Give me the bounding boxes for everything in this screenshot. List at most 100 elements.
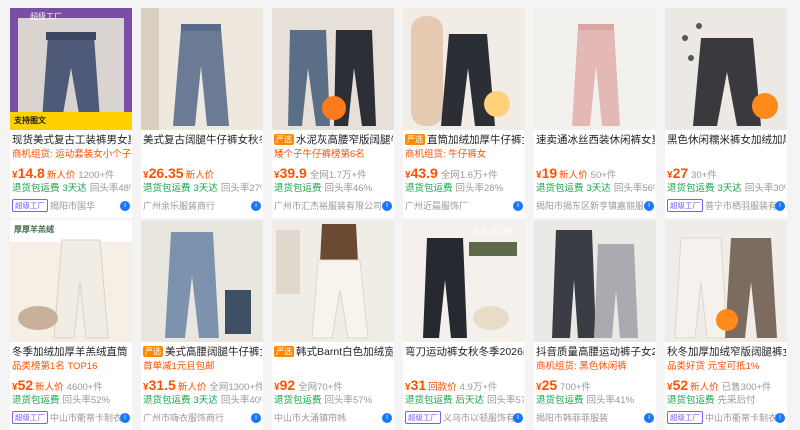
shop-row[interactable]: 广州近晨服饰厂 — [405, 198, 524, 214]
return-shipping: 退货包运费 — [12, 183, 60, 194]
info-icon[interactable]: i — [644, 413, 654, 423]
service-row: 退货包运费3天达回头率30% — [667, 182, 786, 196]
product-card[interactable]: 严选 直筒加绒加厚牛仔裤女 商机组货: 牛仔裤女 ¥43.9 全网1.6万+件 退货… — [403, 8, 525, 218]
shop-row[interactable]: 广州余乐服装商行 — [143, 198, 262, 214]
price-row: ¥31.5 新人价 全网1300+件 — [143, 376, 262, 394]
product-image[interactable] — [534, 220, 656, 342]
price-row: ¥31 回款价 4.9万+件 — [405, 376, 524, 394]
product-image[interactable]: 厚厚羊羔绒 — [10, 220, 132, 342]
product-price: 25 — [541, 377, 558, 393]
info-icon[interactable]: i — [382, 413, 392, 423]
shop-row[interactable]: 揭阳市韩菲菲服装 — [536, 410, 655, 426]
product-card[interactable]: 秋冬加厚加绒窄版阔腿裤女 品类好货 元宝可抵1% ¥52 新人价 已售300+件 退… — [665, 220, 787, 430]
price-row: ¥92 全网70+件 — [274, 376, 393, 394]
image-caption: 加绒·弯刀裤 — [473, 227, 513, 236]
product-card[interactable]: 黑色休闲糯米裤女加绒加厚 ¥2730+件 退货包运费3天达回头率30% 超级工厂… — [665, 8, 787, 218]
product-title[interactable]: 抖音质量高腰运动裤子女20 — [536, 344, 655, 360]
shop-row[interactable]: 超级工厂 义乌市以顿服饰有 — [405, 410, 524, 426]
product-card[interactable]: 严选 美式高腰阔腿牛仔裤女 首单减1元且包邮 ¥31.5 新人价 全网1300+件 退… — [141, 220, 263, 430]
product-title-text: 美式高腰阔腿牛仔裤女 — [165, 346, 262, 358]
info-icon[interactable]: i — [120, 413, 130, 423]
product-card[interactable]: 严选 水泥灰高腰窄版阔腿牛 矮个子牛仔裤榜第6名 ¥39.9 全网1.7万+件 退货… — [272, 8, 394, 218]
product-image[interactable]: 加绒·弯刀裤 — [403, 220, 525, 342]
image-caption: 支持图文 — [14, 116, 46, 125]
info-icon[interactable]: i — [513, 201, 523, 211]
price-row: ¥14.8 新人价 1200+件 — [12, 164, 131, 182]
return-shipping: 退货包运费 — [405, 395, 453, 406]
product-title[interactable]: 严选 韩式Barnt白色加绒宽 — [274, 344, 393, 360]
info-icon[interactable]: i — [251, 201, 261, 211]
shop-row[interactable]: 揭阳市揭东区新亨镇嘉丽服 — [536, 198, 655, 214]
info-icon[interactable]: i — [513, 413, 523, 423]
product-subtitle — [667, 148, 786, 162]
repurchase-rate: 回头率52% — [62, 395, 111, 406]
product-title-text: 水泥灰高腰窄版阔腿牛 — [296, 134, 393, 146]
product-title[interactable]: 弯刀运动裤女秋冬季2026新 — [405, 344, 524, 360]
product-subtitle: 矮个子牛仔裤榜第6名 — [274, 149, 365, 160]
product-subtitle: 首单减1元且包邮 — [143, 361, 215, 372]
shop-row[interactable]: 广州市嗨衣服饰商行 — [143, 410, 262, 426]
product-image[interactable] — [141, 220, 263, 342]
return-shipping: 退货包运费 — [536, 395, 584, 406]
shop-row[interactable]: 中山市大涌镇帘帏 — [274, 410, 393, 426]
product-image[interactable] — [534, 8, 656, 130]
product-card[interactable]: 速卖通冰丝西装休闲裤女夏 ¥19新人价50+件 退货包运费3天达回头率56% 揭… — [534, 8, 656, 218]
shop-row[interactable]: 超级工厂 中山市衢蒂卡制衣 — [12, 410, 131, 426]
product-title[interactable]: 秋冬加厚加绒窄版阔腿裤女 — [667, 344, 786, 360]
shop-row[interactable]: 超级工厂 中山市衢蒂卡制衣 — [667, 410, 786, 426]
price-row: ¥39.9 全网1.7万+件 — [274, 164, 393, 182]
info-icon[interactable]: i — [382, 201, 392, 211]
product-image[interactable] — [665, 220, 787, 342]
service-row: 退货包运费 先采后付 — [667, 394, 786, 408]
product-price: 92 — [279, 377, 296, 393]
sales-count: 50+件 — [590, 170, 617, 181]
product-subtitle: 商机组货: 黑色休闲裤 — [536, 361, 627, 372]
product-title[interactable]: 严选 直筒加绒加厚牛仔裤女 — [405, 132, 524, 148]
repurchase-rate: 回头率56% — [613, 183, 655, 194]
product-card[interactable]: 美式复古阔腿牛仔裤女秋冬 ¥26.35新人价 退货包运费3天达回头率27% 广州… — [141, 8, 263, 218]
shop-row[interactable]: 超级工厂 普宁市栖羽服装有 — [667, 198, 786, 214]
sales-count: 4600+件 — [66, 382, 103, 393]
shop-location: 广州近晨服饰厂 — [405, 201, 469, 211]
shop-location: 揭阳市揭东区新亨镇嘉丽服 — [536, 201, 645, 211]
delivery-time: 3天达 — [62, 183, 87, 194]
product-image[interactable] — [665, 8, 787, 130]
shop-row[interactable]: 超级工厂 揭阳市国华 — [12, 198, 131, 214]
product-card[interactable]: 厚厚羊羔绒 冬季加绒加厚羊羔绒直筒 品类榜第1名 TOP16 ¥52 新人价 460… — [10, 220, 132, 430]
product-price: 52 — [17, 377, 34, 393]
shop-row[interactable]: 广州市汇杰裕服装有限公司 — [274, 198, 393, 214]
product-card[interactable]: 抖音质量高腰运动裤子女20 商机组货: 黑色休闲裤 ¥25 700+件 退货包运费… — [534, 220, 656, 430]
info-icon[interactable]: i — [775, 201, 785, 211]
price-tag: 新人价 — [46, 170, 76, 181]
select-tag: 严选 — [274, 346, 294, 357]
product-image[interactable] — [403, 8, 525, 130]
price-tag: 新人价 — [559, 170, 588, 181]
product-card[interactable]: 加绒·弯刀裤 弯刀运动裤女秋冬季2026新 ¥31 回款价 4.9万+件 退货包运费… — [403, 220, 525, 430]
service-row: 退货包运费3天达回头率56% — [536, 182, 655, 196]
shop-location: 中山市大涌镇帘帏 — [274, 413, 347, 423]
info-icon[interactable]: i — [775, 413, 785, 423]
sales-count: 全网1.6万+件 — [440, 170, 498, 181]
product-title[interactable]: 严选 水泥灰高腰窄版阔腿牛 — [274, 132, 393, 148]
product-title[interactable]: 现货美式复古工装裤男女夏 — [12, 132, 131, 148]
info-icon[interactable]: i — [120, 201, 130, 211]
service-row: 退货包运费 回头率52% — [12, 394, 131, 408]
product-card[interactable]: 严选 韩式Barnt白色加绒宽 ¥92 全网70+件 退货包运费 回头率57% 中山市… — [272, 220, 394, 430]
product-price: 52 — [672, 377, 689, 393]
product-image[interactable] — [141, 8, 263, 130]
product-card[interactable]: 超级工厂 支持图文 现货美式复古工装裤男女夏 商机组货: 运动套装女小个子 ¥1… — [10, 8, 132, 218]
product-image[interactable]: 超级工厂 支持图文 — [10, 8, 132, 130]
return-shipping: 退货包运费 — [405, 183, 453, 194]
repurchase-rate: 回头率41% — [586, 395, 635, 406]
product-title[interactable]: 速卖通冰丝西装休闲裤女夏 — [536, 132, 655, 148]
info-icon[interactable]: i — [251, 413, 261, 423]
factory-badge: 超级工厂 — [667, 199, 703, 212]
product-subtitle — [536, 148, 655, 162]
product-image[interactable] — [272, 220, 394, 342]
product-title[interactable]: 黑色休闲糯米裤女加绒加厚 — [667, 132, 786, 148]
product-title[interactable]: 冬季加绒加厚羊羔绒直筒 — [12, 344, 131, 360]
info-icon[interactable]: i — [644, 201, 654, 211]
product-title[interactable]: 美式复古阔腿牛仔裤女秋冬 — [143, 132, 262, 148]
product-title[interactable]: 严选 美式高腰阔腿牛仔裤女 — [143, 344, 262, 360]
product-image[interactable] — [272, 8, 394, 130]
